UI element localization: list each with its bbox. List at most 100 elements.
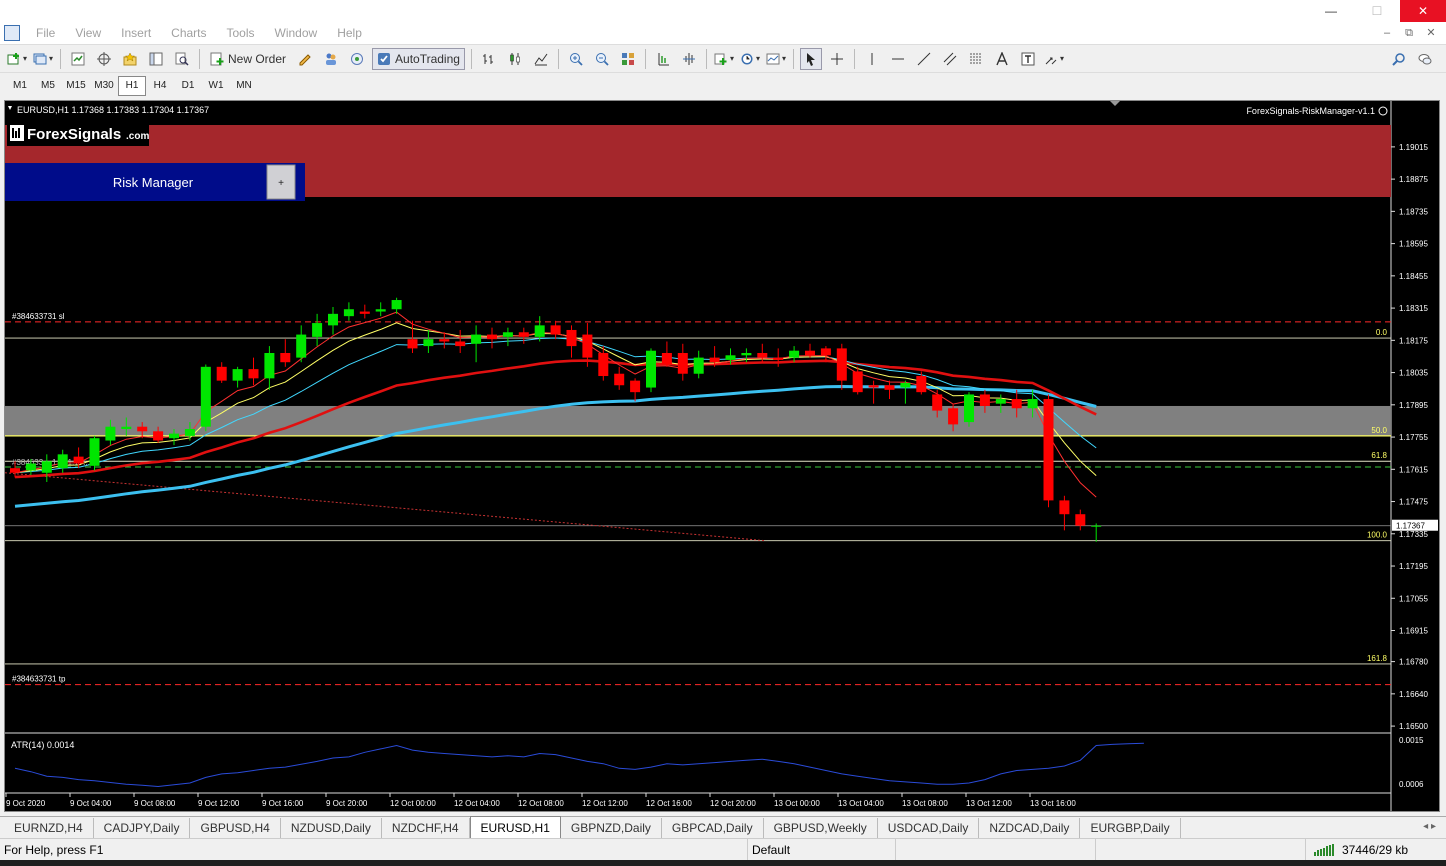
terminal-button[interactable] <box>145 48 167 70</box>
window-close-button[interactable]: ✕ <box>1400 0 1446 22</box>
cursor-tool-button[interactable] <box>799 47 822 70</box>
price-tick-label: 1.16915 <box>1399 627 1428 636</box>
chart-window[interactable]: ForexSignals .com Risk Manager + EURUSD,… <box>4 100 1440 812</box>
zoom-in-button[interactable] <box>565 48 587 70</box>
search-button[interactable] <box>1388 48 1410 70</box>
chart-tab[interactable]: EURGBP,Daily <box>1080 818 1181 838</box>
candle-body <box>836 348 847 381</box>
chart-tab[interactable]: GBPNZD,Daily <box>561 818 662 838</box>
chart-tab[interactable]: NZDUSD,Daily <box>281 818 382 838</box>
candle-body <box>296 334 307 358</box>
chart-tabs: EURNZD,H4 CADJPY,Daily GBPUSD,H4 NZDUSD,Dai… <box>0 816 1446 838</box>
chart-tab[interactable]: CADJPY,Daily <box>94 818 191 838</box>
timeframe-m15[interactable]: M15 <box>62 76 90 96</box>
price-tick-label: 1.16780 <box>1399 658 1428 667</box>
timeframe-h4[interactable]: H4 <box>146 76 174 96</box>
time-tick-label: 13 Oct 16:00 <box>1030 799 1076 808</box>
text-tool[interactable] <box>991 48 1013 70</box>
menu-window[interactable]: Window <box>265 22 328 44</box>
chart-tab[interactable]: GBPUSD,Weekly <box>764 818 878 838</box>
chart-tab[interactable]: EURNZD,H4 <box>4 818 94 838</box>
cursor-arrow-icon <box>806 52 815 66</box>
price-tick-label: 1.18735 <box>1399 207 1428 216</box>
autotrading-button[interactable]: AutoTrading <box>372 47 465 70</box>
equidistant-channel-tool[interactable] <box>939 48 961 70</box>
horizontal-line-tool[interactable] <box>887 48 909 70</box>
price-chart[interactable]: ForexSignals .com Risk Manager + EURUSD,… <box>5 101 1439 811</box>
candle-body <box>439 339 450 342</box>
tab-scroll-arrows[interactable]: ◂ ▸ <box>1423 821 1436 832</box>
child-restore-button[interactable]: ⧉ <box>1398 22 1420 44</box>
status-profile: Default <box>748 838 896 861</box>
fib-level-label: 100.0 <box>1367 531 1388 540</box>
child-minimize-button[interactable]: – <box>1376 22 1398 44</box>
indicators-button[interactable]: ▾ <box>713 48 735 70</box>
new-chart-button[interactable]: ▾ <box>6 48 28 70</box>
right-scroll-strip[interactable] <box>1440 100 1446 812</box>
timeframe-mn[interactable]: MN <box>230 76 258 96</box>
chart-tab[interactable]: GBPCAD,Daily <box>662 818 764 838</box>
chat-button[interactable] <box>1414 48 1436 70</box>
candle-body <box>359 311 370 314</box>
chart-tab[interactable]: NZDCHF,H4 <box>382 818 470 838</box>
zoom-out-button[interactable] <box>591 48 613 70</box>
window-minimize-button[interactable]: — <box>1308 0 1354 22</box>
menu-insert[interactable]: Insert <box>111 22 161 44</box>
arrows-tool[interactable]: ▾ <box>1043 48 1065 70</box>
tile-windows-button[interactable] <box>617 48 639 70</box>
chart-tab[interactable]: GBPUSD,H4 <box>190 818 281 838</box>
candle-body <box>773 357 784 360</box>
menu-tools[interactable]: Tools <box>217 22 265 44</box>
traffic-text: 37446/29 kb <box>1342 842 1409 857</box>
price-tick-label: 1.17055 <box>1399 594 1428 603</box>
chart-shift-button[interactable] <box>652 48 674 70</box>
autoscroll-button[interactable] <box>678 48 700 70</box>
terminal-icon <box>149 52 163 65</box>
crosshair-tool-button[interactable] <box>826 48 848 70</box>
profiles-button[interactable]: ▾ <box>32 48 54 70</box>
vertical-line-tool[interactable] <box>861 48 883 70</box>
menu-view[interactable]: View <box>65 22 111 44</box>
timeframe-m5[interactable]: M5 <box>34 76 62 96</box>
chart-tab[interactable]: EURUSD,H1 <box>469 816 561 838</box>
connection-bars-icon <box>1314 843 1334 856</box>
bar-chart-button[interactable] <box>478 48 500 70</box>
candle-body <box>312 323 323 337</box>
menu-charts[interactable]: Charts <box>161 22 216 44</box>
signal-icon <box>351 52 364 65</box>
candlestick-button[interactable] <box>504 48 526 70</box>
window-maximize-button[interactable]: ☐ <box>1354 0 1400 22</box>
text-label-tool[interactable] <box>1017 48 1039 70</box>
timeframe-d1[interactable]: D1 <box>174 76 202 96</box>
community-button[interactable] <box>320 48 342 70</box>
menu-help[interactable]: Help <box>327 22 372 44</box>
time-tick-label: 9 Oct 20:00 <box>326 799 368 808</box>
child-close-button[interactable]: ✕ <box>1420 22 1442 44</box>
status-traffic: 37446/29 kb <box>1306 843 1408 857</box>
menu-file[interactable]: File <box>26 22 65 44</box>
metaeditor-button[interactable] <box>294 48 316 70</box>
new-order-button[interactable]: New Order <box>206 48 290 70</box>
fibonacci-tool[interactable] <box>965 48 987 70</box>
timeframe-m1[interactable]: M1 <box>6 76 34 96</box>
timeframe-h1[interactable]: H1 <box>118 75 146 96</box>
templates-button[interactable]: ▾ <box>765 48 787 70</box>
timeframe-w1[interactable]: W1 <box>202 76 230 96</box>
candle-body <box>916 376 927 393</box>
periodicity-button[interactable]: ▾ <box>739 48 761 70</box>
candle-body <box>725 355 736 360</box>
data-window-button[interactable] <box>93 48 115 70</box>
chart-tab[interactable]: USDCAD,Daily <box>878 818 980 838</box>
candle-body <box>137 426 148 432</box>
timeframe-m30[interactable]: M30 <box>90 76 118 96</box>
crosshair-icon <box>830 52 843 65</box>
chart-tab[interactable]: NZDCAD,Daily <box>979 818 1081 838</box>
toolbar-separator <box>705 48 707 69</box>
line-chart-button[interactable] <box>530 48 552 70</box>
price-tick-label: 1.17335 <box>1399 530 1428 539</box>
trendline-tool[interactable] <box>913 48 935 70</box>
strategy-tester-button[interactable] <box>171 48 193 70</box>
signals-button[interactable] <box>346 48 368 70</box>
market-watch-button[interactable] <box>67 48 89 70</box>
navigator-button[interactable] <box>119 48 141 70</box>
